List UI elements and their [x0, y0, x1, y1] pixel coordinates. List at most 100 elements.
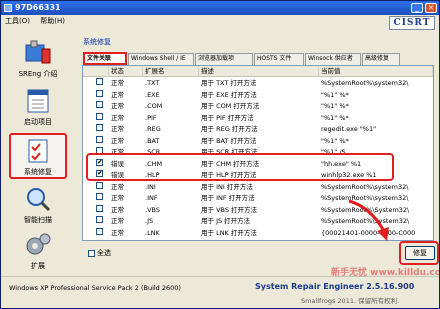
- select-all[interactable]: 全选: [88, 249, 111, 258]
- tab-winsock[interactable]: Winsock 供应者: [305, 53, 361, 65]
- row-checkbox[interactable]: [96, 170, 103, 177]
- col-desc[interactable]: 描述: [199, 66, 319, 77]
- sidebar-item-label: 系统修复: [24, 168, 52, 176]
- table-row[interactable]: 正常 .INF 用于 INF 打开方法 %SystemRoot%\system32\: [83, 193, 433, 204]
- row-desc: 用于 LNK 打开方法: [201, 228, 257, 237]
- table-row[interactable]: 正常 .PIF 用于 PIF 打开方法 "%1" %*: [83, 112, 433, 124]
- select-all-checkbox[interactable]: [88, 249, 95, 257]
- sidebar-item-extensions[interactable]: 扩展: [9, 229, 67, 275]
- row-desc: 用于 CHM 打开方法: [201, 159, 260, 168]
- tab-hosts[interactable]: HOSTS 文件: [254, 53, 304, 65]
- checklist-icon: [28, 139, 48, 163]
- row-checkbox[interactable]: [96, 135, 103, 143]
- tab-browser-addons[interactable]: 浏览器加载项: [195, 53, 253, 65]
- row-ext: .TXT: [145, 79, 160, 87]
- row-checkbox[interactable]: [96, 227, 103, 235]
- row-status: 正常: [111, 125, 124, 133]
- row-checkbox[interactable]: [96, 193, 103, 200]
- row-ext: .LNK: [145, 228, 160, 237]
- table-row[interactable]: 错误 .CHM 用于 CHM 打开方法 "hh.exe" %1: [83, 158, 433, 170]
- row-checkbox[interactable]: [96, 158, 103, 166]
- sidebar-item-startup[interactable]: 启动项目: [9, 85, 67, 131]
- minimize-button[interactable]: _: [411, 3, 423, 13]
- sidebar-item-sreng[interactable]: SREng 介绍: [9, 37, 67, 83]
- row-status: 正常: [111, 228, 124, 237]
- title-bar[interactable]: 97D66331 _ ✕: [1, 1, 439, 15]
- row-value: regedit.exe "%1": [321, 125, 377, 133]
- table-row[interactable]: 正常 .BAT 用于 BAT 打开方法 "%1" %*: [83, 135, 433, 147]
- row-status: 正常: [111, 136, 124, 145]
- select-all-label: 全选: [97, 249, 111, 257]
- row-checkbox[interactable]: [96, 181, 103, 189]
- table-row[interactable]: 正常 .SCR 用于 SCR 打开方法 "%1" /S: [83, 147, 433, 158]
- row-ext: .EXE: [145, 90, 160, 99]
- file-assoc-list[interactable]: 状态 扩展名 描述 当前值 正常 .TXT 用于 TXT 打开方法 %SystemRo…: [82, 65, 434, 241]
- watermark: 新手无忧 www.killdu.com: [331, 268, 439, 278]
- menu-bar: 工具(O) 帮助(H): [1, 15, 439, 27]
- sidebar-item-system-repair[interactable]: 系统修复: [9, 133, 67, 179]
- row-checkbox[interactable]: [96, 147, 103, 154]
- col-ext[interactable]: 扩展名: [143, 66, 199, 77]
- row-ext: .BAT: [145, 136, 160, 145]
- row-ext: .JS: [145, 217, 154, 225]
- table-row[interactable]: 错误 .HLP 用于 HLP 打开方法 winhlp32.exe %1: [83, 170, 433, 181]
- row-value: "%1" %*: [321, 102, 349, 110]
- row-checkbox[interactable]: [96, 216, 103, 223]
- table-row[interactable]: 正常 .JS 用于 JS 打开方法 %SystemRoot%\System32\: [83, 216, 433, 227]
- product-name: System Repair Engineer 2.5.16.900: [255, 282, 415, 291]
- sidebar-item-label: 扩展: [31, 262, 45, 270]
- row-status: 错误: [111, 171, 124, 179]
- gears-icon: [26, 233, 51, 255]
- row-value: {00021401-0000-0000-C000: [321, 228, 416, 237]
- row-value: "%1" %*: [321, 90, 349, 99]
- tab-windows-shell[interactable]: Windows Shell / IE: [128, 53, 194, 65]
- row-desc: 用于 EXE 打开方法: [201, 90, 257, 99]
- row-checkbox[interactable]: [96, 124, 103, 131]
- tab-strip: 文件关联 Windows Shell / IE 浏览器加载项 HOSTS 文件 …: [81, 52, 433, 65]
- sidebar-item-smart-scan[interactable]: 智能扫描: [9, 183, 67, 229]
- col-check: [83, 66, 109, 77]
- tab-advanced-repair[interactable]: 高级修复: [362, 53, 400, 65]
- table-row[interactable]: 正常 .EXE 用于 EXE 打开方法 "%1" %*: [83, 89, 433, 101]
- row-checkbox[interactable]: [96, 78, 103, 85]
- row-ext: .INI: [145, 182, 156, 191]
- col-status[interactable]: 状态: [109, 66, 143, 77]
- row-value: "%1" %*: [321, 113, 349, 122]
- row-desc: 用于 COM 打开方法: [201, 102, 260, 110]
- row-ext: .SCR: [145, 148, 161, 156]
- menu-tools[interactable]: 工具(O): [5, 17, 30, 25]
- row-status: 正常: [111, 182, 124, 191]
- menu-help[interactable]: 帮助(H): [40, 17, 65, 25]
- group-label: 系统修复: [83, 38, 111, 46]
- row-ext: .INF: [145, 194, 158, 202]
- table-row[interactable]: 正常 .VBS 用于 VBS 打开方法 %SystemRoot%\System32\: [83, 204, 433, 216]
- row-value: winhlp32.exe %1: [321, 171, 377, 179]
- row-value: %SystemRoot%\System32\: [321, 205, 410, 214]
- table-row[interactable]: 正常 .INI 用于 INI 打开方法 %SystemRoot%\system32\: [83, 181, 433, 193]
- table-row[interactable]: 正常 .LNK 用于 LNK 打开方法 {00021401-0000-0000-C00…: [83, 227, 433, 239]
- tab-file-assoc[interactable]: 文件关联: [83, 52, 127, 65]
- row-ext: .CHM: [145, 159, 163, 168]
- row-checkbox[interactable]: [96, 204, 103, 212]
- row-ext: .VBS: [145, 205, 160, 214]
- table-row[interactable]: 正常 .COM 用于 COM 打开方法 "%1" %*: [83, 101, 433, 112]
- row-ext: .REG: [145, 125, 161, 133]
- fix-button[interactable]: 修复: [405, 246, 435, 260]
- row-checkbox[interactable]: [96, 112, 103, 120]
- row-status: 正常: [111, 102, 124, 110]
- col-value[interactable]: 当前值: [319, 66, 433, 77]
- list-header: 状态 扩展名 描述 当前值: [83, 66, 433, 77]
- table-row[interactable]: 正常 .REG 用于 REG 打开方法 regedit.exe "%1": [83, 124, 433, 135]
- row-desc: 用于 HLP 打开方法: [201, 171, 257, 179]
- close-button[interactable]: ✕: [425, 3, 437, 13]
- table-row[interactable]: 正常 .TXT 用于 TXT 打开方法 %SystemRoot%\system32\: [83, 78, 433, 89]
- app-window: 97D66331 _ ✕ 工具(O) 帮助(H) CISRT SREng 介绍 …: [0, 0, 440, 309]
- row-value: "%1" /S: [321, 148, 346, 156]
- row-desc: 用于 INF 打开方法: [201, 194, 255, 202]
- row-checkbox[interactable]: [96, 89, 103, 97]
- row-desc: 用于 REG 打开方法: [201, 125, 258, 133]
- row-value: %SystemRoot%\system32\: [321, 79, 409, 87]
- row-status: 正常: [111, 217, 124, 225]
- row-desc: 用于 TXT 打开方法: [201, 79, 257, 87]
- row-checkbox[interactable]: [96, 101, 103, 108]
